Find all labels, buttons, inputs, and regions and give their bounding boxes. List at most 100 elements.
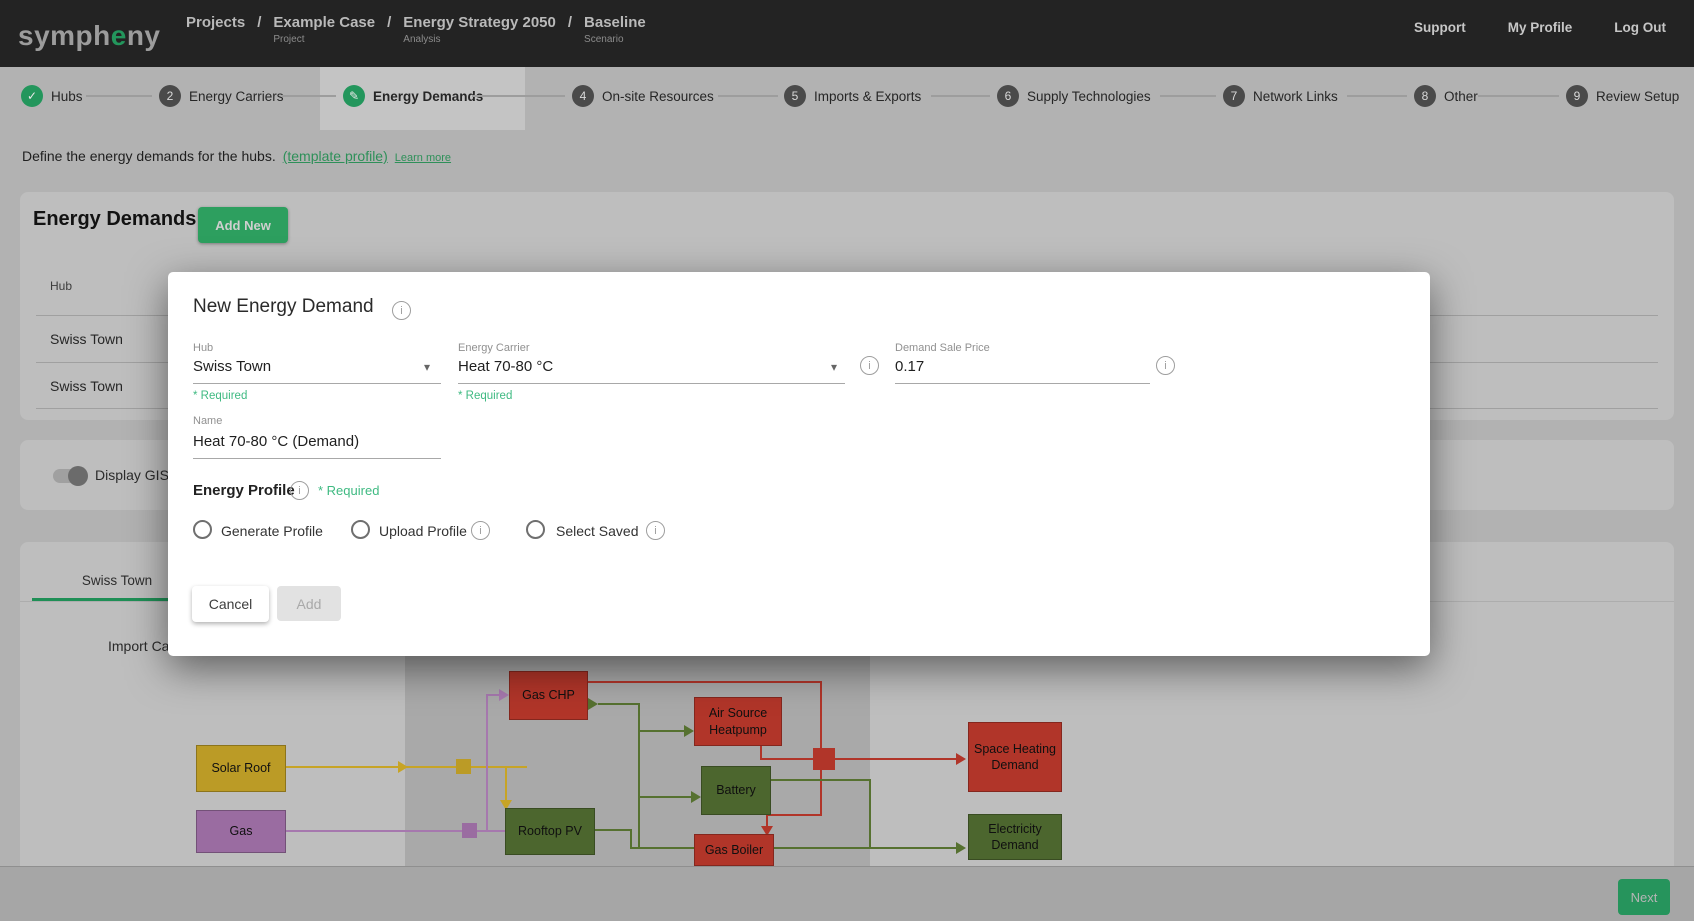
page-description: Define the energy demands for the hubs. … bbox=[22, 148, 451, 164]
card-title: Energy Demands bbox=[33, 208, 196, 231]
flow-line bbox=[820, 681, 822, 750]
table-row[interactable]: Swiss Town bbox=[50, 331, 123, 347]
generate-profile-radio[interactable] bbox=[193, 520, 212, 539]
breadcrumb-projects[interactable]: Projects bbox=[186, 14, 245, 31]
toggle-knob bbox=[68, 466, 88, 486]
select-saved-radio[interactable] bbox=[526, 520, 545, 539]
arrow-icon bbox=[588, 698, 598, 710]
step-network-links[interactable]: 7 Network Links bbox=[1223, 85, 1338, 107]
step-number-icon: 7 bbox=[1223, 85, 1245, 107]
upload-profile-radio[interactable] bbox=[351, 520, 370, 539]
display-gis-label: Display GIS bbox=[95, 467, 169, 483]
node-battery[interactable]: Battery bbox=[701, 766, 771, 815]
arrow-icon bbox=[499, 689, 509, 701]
node-space-heating-demand[interactable]: Space Heating Demand bbox=[968, 722, 1062, 792]
field-underline bbox=[458, 383, 845, 384]
my-profile-link[interactable]: My Profile bbox=[1508, 20, 1573, 35]
info-icon[interactable]: i bbox=[392, 301, 411, 320]
flow-line bbox=[477, 830, 507, 832]
node-solar-roof[interactable]: Solar Roof bbox=[196, 745, 286, 792]
info-icon[interactable]: i bbox=[1156, 356, 1175, 375]
field-underline bbox=[193, 383, 441, 384]
breadcrumb-project[interactable]: Example Case Project bbox=[273, 14, 375, 45]
flow-line bbox=[640, 730, 684, 732]
name-input[interactable]: Heat 70-80 °C (Demand) bbox=[193, 433, 359, 450]
breadcrumb-separator: / bbox=[568, 14, 572, 31]
display-gis-toggle[interactable] bbox=[53, 466, 89, 486]
junction-node[interactable] bbox=[462, 823, 477, 838]
arrow-icon bbox=[956, 842, 966, 854]
node-gas-boiler[interactable]: Gas Boiler bbox=[694, 834, 774, 866]
hub-select[interactable]: Swiss Town bbox=[193, 358, 271, 375]
check-icon: ✓ bbox=[21, 85, 43, 107]
energy-carrier-select[interactable]: Heat 70-80 °C bbox=[458, 358, 553, 375]
info-icon[interactable]: i bbox=[646, 521, 665, 540]
node-electricity-demand[interactable]: Electricity Demand bbox=[968, 814, 1062, 860]
step-connector bbox=[86, 95, 152, 97]
add-button[interactable]: Add bbox=[277, 586, 341, 621]
generate-profile-label[interactable]: Generate Profile bbox=[221, 523, 323, 539]
node-rooftop-pv[interactable]: Rooftop PV bbox=[505, 808, 595, 855]
node-gas-chp[interactable]: Gas CHP bbox=[509, 671, 588, 720]
add-new-button[interactable]: Add New bbox=[198, 207, 288, 243]
top-bar: sympheny Projects / Example Case Project… bbox=[0, 0, 1694, 67]
junction-node[interactable] bbox=[813, 748, 835, 770]
log-out-link[interactable]: Log Out bbox=[1614, 20, 1666, 35]
energy-carrier-field-label: Energy Carrier bbox=[458, 342, 530, 354]
required-hint: * Required bbox=[318, 483, 379, 498]
info-icon[interactable]: i bbox=[471, 521, 490, 540]
step-connector bbox=[282, 95, 336, 97]
node-gas[interactable]: Gas bbox=[196, 810, 286, 853]
flow-line bbox=[638, 703, 640, 847]
flow-line bbox=[486, 694, 499, 696]
energy-profile-heading: Energy Profile bbox=[193, 482, 295, 499]
flow-line bbox=[630, 829, 632, 849]
step-review-setup[interactable]: 9 Review Setup bbox=[1566, 85, 1679, 107]
hub-field-label: Hub bbox=[193, 342, 213, 354]
arrow-icon bbox=[398, 761, 408, 773]
step-energy-demands[interactable]: ✎ Energy Demands bbox=[343, 85, 483, 107]
breadcrumb-separator: / bbox=[257, 14, 261, 31]
step-energy-carriers[interactable]: 2 Energy Carriers bbox=[159, 85, 284, 107]
step-supply-technologies[interactable]: 6 Supply Technologies bbox=[997, 85, 1151, 107]
flow-line bbox=[630, 847, 956, 849]
flow-line bbox=[486, 696, 488, 832]
flow-line bbox=[595, 829, 632, 831]
breadcrumb: Projects / Example Case Project / Energy… bbox=[186, 14, 646, 45]
required-hint: * Required bbox=[193, 390, 247, 402]
flow-line bbox=[286, 830, 482, 832]
learn-more-link[interactable]: Learn more bbox=[395, 152, 451, 164]
step-connector bbox=[1347, 95, 1407, 97]
step-other[interactable]: 8 Other bbox=[1414, 85, 1478, 107]
info-icon[interactable]: i bbox=[860, 356, 879, 375]
flow-line bbox=[598, 703, 640, 705]
template-profile-link[interactable]: (template profile) bbox=[283, 148, 388, 164]
demand-sale-price-input[interactable]: 0.17 bbox=[895, 358, 924, 375]
chevron-down-icon[interactable]: ▾ bbox=[424, 360, 430, 374]
flow-line bbox=[588, 681, 822, 683]
info-icon[interactable]: i bbox=[290, 481, 309, 500]
flow-line bbox=[505, 767, 507, 802]
step-connector bbox=[1478, 95, 1559, 97]
node-air-source-heatpump[interactable]: Air Source Heatpump bbox=[694, 697, 782, 746]
junction-node[interactable] bbox=[456, 759, 471, 774]
breadcrumb-scenario[interactable]: Baseline Scenario bbox=[584, 14, 646, 45]
flow-line bbox=[820, 770, 822, 814]
flow-line bbox=[766, 814, 768, 826]
footer-bar: Next bbox=[0, 866, 1694, 921]
next-button[interactable]: Next bbox=[1618, 879, 1670, 915]
table-row[interactable]: Swiss Town bbox=[50, 378, 123, 394]
flow-line bbox=[835, 758, 956, 760]
sympheny-logo[interactable]: sympheny bbox=[18, 20, 161, 52]
step-onsite-resources[interactable]: 4 On-site Resources bbox=[572, 85, 714, 107]
step-connector bbox=[472, 95, 565, 97]
step-hubs[interactable]: ✓ Hubs bbox=[21, 85, 83, 107]
upload-profile-label[interactable]: Upload Profile bbox=[379, 523, 467, 539]
support-link[interactable]: Support bbox=[1414, 20, 1466, 35]
select-saved-label[interactable]: Select Saved bbox=[556, 523, 639, 539]
step-imports-exports[interactable]: 5 Imports & Exports bbox=[784, 85, 921, 107]
breadcrumb-analysis[interactable]: Energy Strategy 2050 Analysis bbox=[403, 14, 556, 45]
step-number-icon: 8 bbox=[1414, 85, 1436, 107]
cancel-button[interactable]: Cancel bbox=[192, 586, 269, 622]
chevron-down-icon[interactable]: ▾ bbox=[831, 360, 837, 374]
